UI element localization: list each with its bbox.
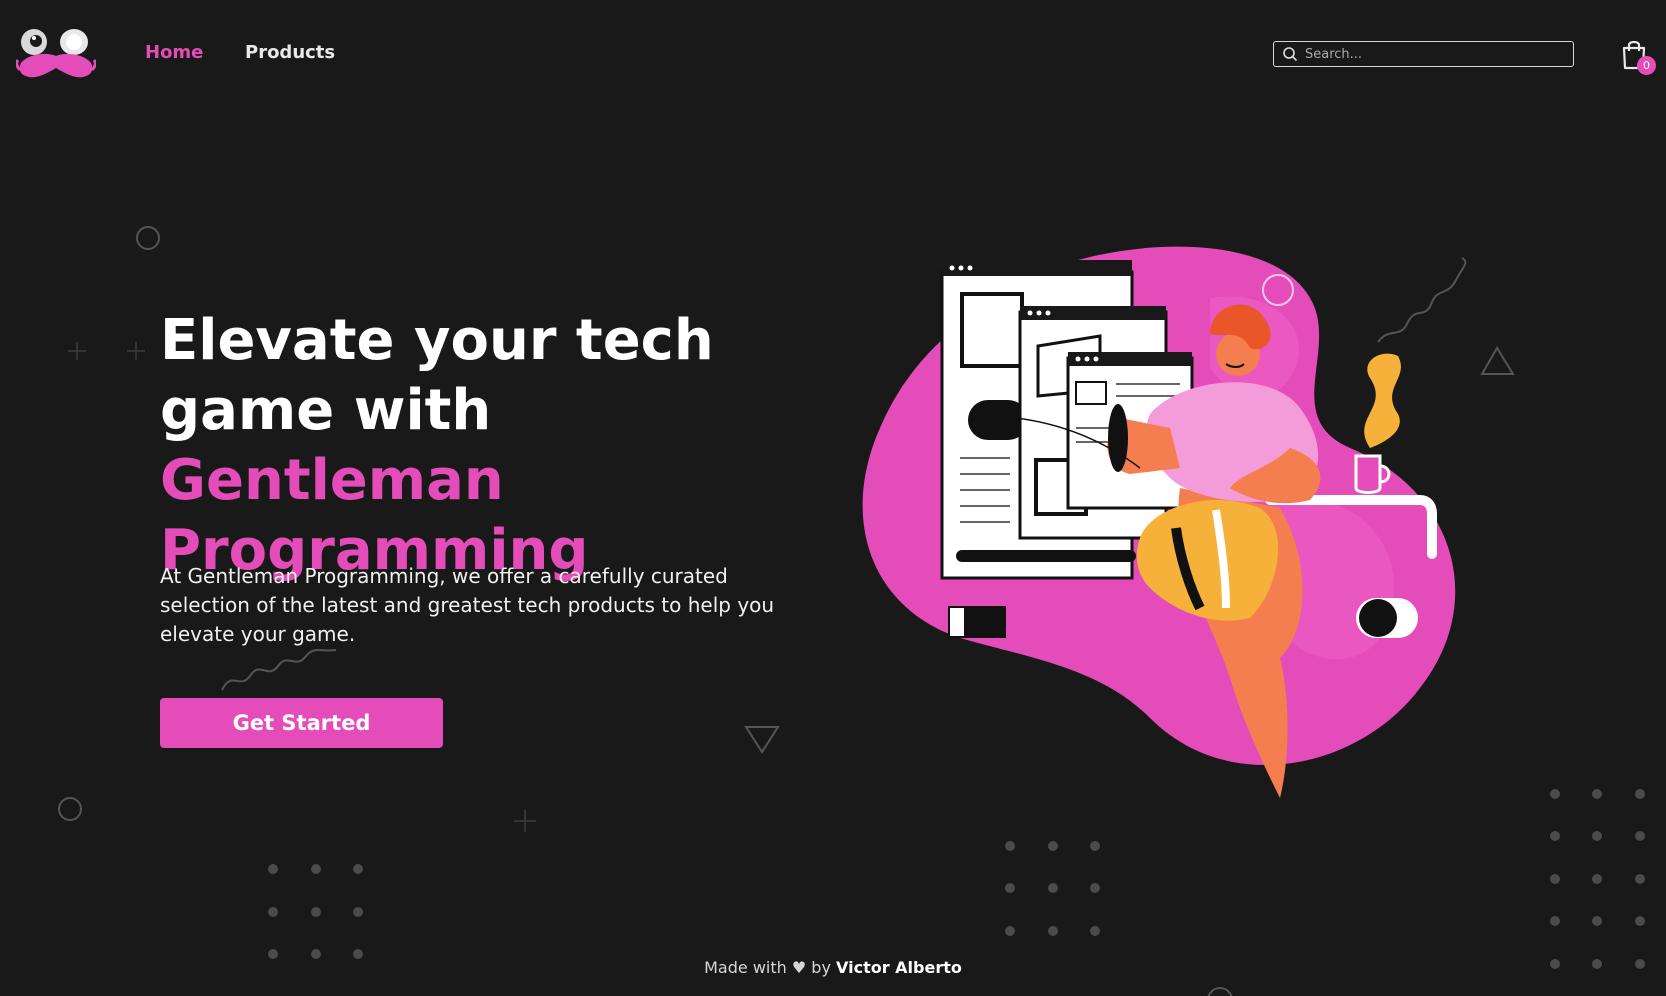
hero-title: Elevate your tech game with Gentleman Pr… xyxy=(160,306,800,586)
footer-author[interactable]: Victor Alberto xyxy=(836,958,962,977)
hero-title-line1: Elevate your tech xyxy=(160,308,714,373)
get-started-button[interactable]: Get Started xyxy=(160,698,443,748)
hero-description: At Gentleman Programming, we offer a car… xyxy=(160,564,775,646)
hero-title-line2: game with xyxy=(160,378,492,443)
footer-prefix: Made with ♥ by xyxy=(704,958,831,977)
hero-illustration xyxy=(862,246,1456,798)
footer: Made with ♥ by Victor Alberto xyxy=(0,958,1666,977)
